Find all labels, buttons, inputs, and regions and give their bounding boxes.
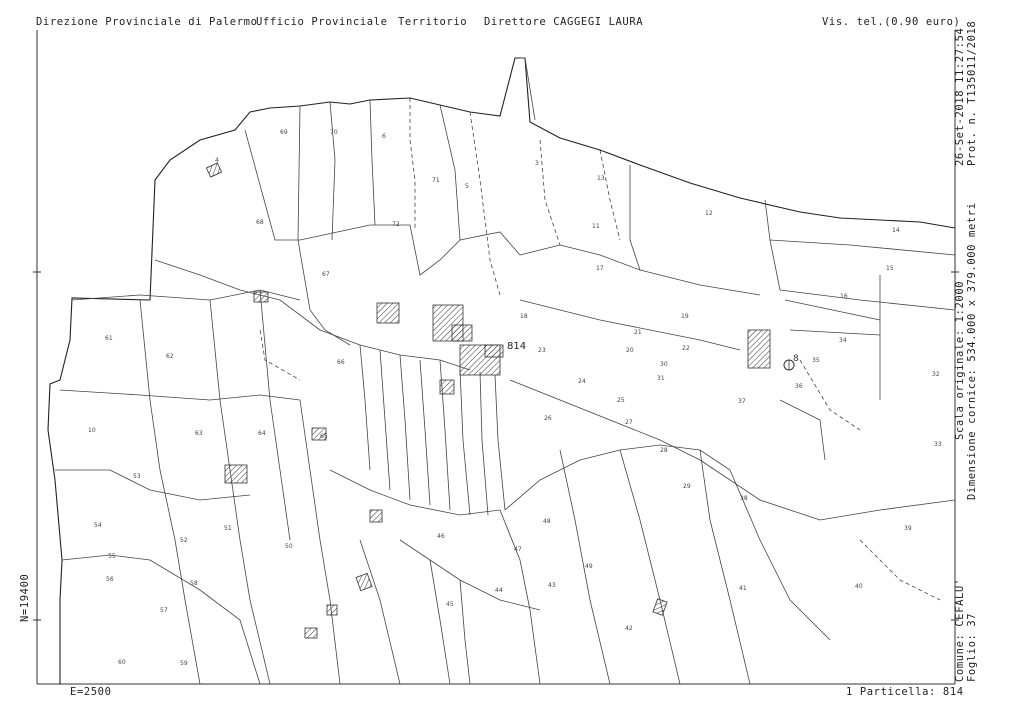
comune-label: Comune: CEFALU' bbox=[954, 578, 966, 682]
parcel-label: 34 bbox=[839, 337, 847, 344]
parcel-label: 10 bbox=[88, 427, 96, 434]
parcel-label: 33 bbox=[934, 441, 942, 448]
parcel-label: 5 bbox=[465, 183, 469, 190]
parcel-label: 27 bbox=[625, 419, 633, 426]
parcel-label: 43 bbox=[548, 582, 556, 589]
parcel-label: 69 bbox=[280, 129, 288, 136]
parcel-label: 68 bbox=[256, 219, 264, 226]
parcel-label: 6 bbox=[382, 133, 386, 140]
parcel-label: 3 bbox=[535, 160, 539, 167]
parcel-label: 37 bbox=[738, 398, 746, 405]
highlight-parcel-label: 814 bbox=[507, 341, 526, 352]
parcel-label: 55 bbox=[108, 553, 116, 560]
parcel-label: 38 bbox=[740, 495, 748, 502]
parcel-label: 60 bbox=[118, 659, 126, 666]
scale-text: Scala originale: 1:2000 bbox=[954, 280, 966, 440]
parcel-label: 71 bbox=[432, 177, 440, 184]
parcel-label: 23 bbox=[538, 347, 546, 354]
east-coordinate: E=2500 bbox=[70, 686, 112, 698]
parcel-label: 48 bbox=[543, 518, 551, 525]
parcel-label: 28 bbox=[660, 447, 668, 454]
parcel-label: 12 bbox=[705, 210, 713, 217]
parcel-label: 42 bbox=[625, 625, 633, 632]
parcel-label: 51 bbox=[224, 525, 232, 532]
parcel-label: 46 bbox=[437, 533, 445, 540]
parcel-label: 22 bbox=[682, 345, 690, 352]
parcel-label: 50 bbox=[285, 543, 293, 550]
parcel-label: 63 bbox=[195, 430, 203, 437]
parcel-label: 49 bbox=[585, 563, 593, 570]
parcel-label: 14 bbox=[892, 227, 900, 234]
parcel-label: 56 bbox=[106, 576, 114, 583]
parcel-label: 21 bbox=[634, 329, 642, 336]
north-coordinate: N=19400 bbox=[19, 573, 31, 622]
parcel-label: 31 bbox=[657, 375, 665, 382]
parcel-label: 45 bbox=[446, 601, 454, 608]
cadastral-map: 8 814 4 6 5 3 10 11 12 13 14 15 16 17 18… bbox=[33, 30, 959, 685]
parcel-label: 35 bbox=[812, 357, 820, 364]
parcel-label: 66 bbox=[337, 359, 345, 366]
protocol-number: Prot. n. T135011/2018 bbox=[966, 20, 978, 166]
parcel-label: 24 bbox=[578, 378, 586, 385]
parcel-label: 15 bbox=[886, 265, 894, 272]
parcel-label: 17 bbox=[596, 265, 604, 272]
parcel-label: 64 bbox=[258, 430, 266, 437]
parcel-label: 40 bbox=[855, 583, 863, 590]
parcel-label: 65 bbox=[320, 433, 328, 440]
parcel-label: 32 bbox=[932, 371, 940, 378]
parcel-label: 11 bbox=[592, 223, 600, 230]
parcel-label: 67 bbox=[322, 271, 330, 278]
parcel-label: 58 bbox=[190, 580, 198, 587]
parcel-label: 47 bbox=[514, 546, 522, 553]
foglio-label: Foglio: 37 bbox=[966, 612, 978, 682]
parcel-label: 61 bbox=[105, 335, 113, 342]
parcel-label: 59 bbox=[180, 660, 188, 667]
parcel-label: 36 bbox=[795, 383, 803, 390]
marker-parcel-label: 8 bbox=[793, 354, 799, 364]
parcel-label: 57 bbox=[160, 607, 168, 614]
parcel-label: 4 bbox=[215, 157, 219, 164]
parcel-label: 30 bbox=[660, 361, 668, 368]
parcel-label: 18 bbox=[520, 313, 528, 320]
parcel-lines bbox=[55, 98, 956, 685]
parcel-label: 20 bbox=[626, 347, 634, 354]
parcel-label: 16 bbox=[840, 293, 848, 300]
date-stamp: 26-Set-2018 11:27:54 bbox=[954, 27, 966, 166]
parcel-label: 13 bbox=[597, 175, 605, 182]
frame-dimensions: Dimensione cornice: 534.000 x 379.000 me… bbox=[966, 202, 978, 500]
parcel-label: 19 bbox=[681, 313, 689, 320]
parcel-label: 26 bbox=[544, 415, 552, 422]
parcel-label: 53 bbox=[133, 473, 141, 480]
parcel-label: 62 bbox=[166, 353, 174, 360]
parcel-label: 54 bbox=[94, 522, 102, 529]
parcel-label-group: 4 6 5 3 10 11 12 13 14 15 16 17 18 19 20… bbox=[88, 129, 942, 667]
parcel-label: 52 bbox=[180, 537, 188, 544]
parcel-label: 72 bbox=[392, 221, 400, 228]
parcel-label: 29 bbox=[683, 483, 691, 490]
parcel-label: 70 bbox=[330, 129, 338, 136]
parcel-label: 25 bbox=[617, 397, 625, 404]
parcel-label: 41 bbox=[739, 585, 747, 592]
parcel-label: 44 bbox=[495, 587, 503, 594]
particella-label: 1 Particella: 814 bbox=[846, 686, 964, 698]
parcel-label: 39 bbox=[904, 525, 912, 532]
